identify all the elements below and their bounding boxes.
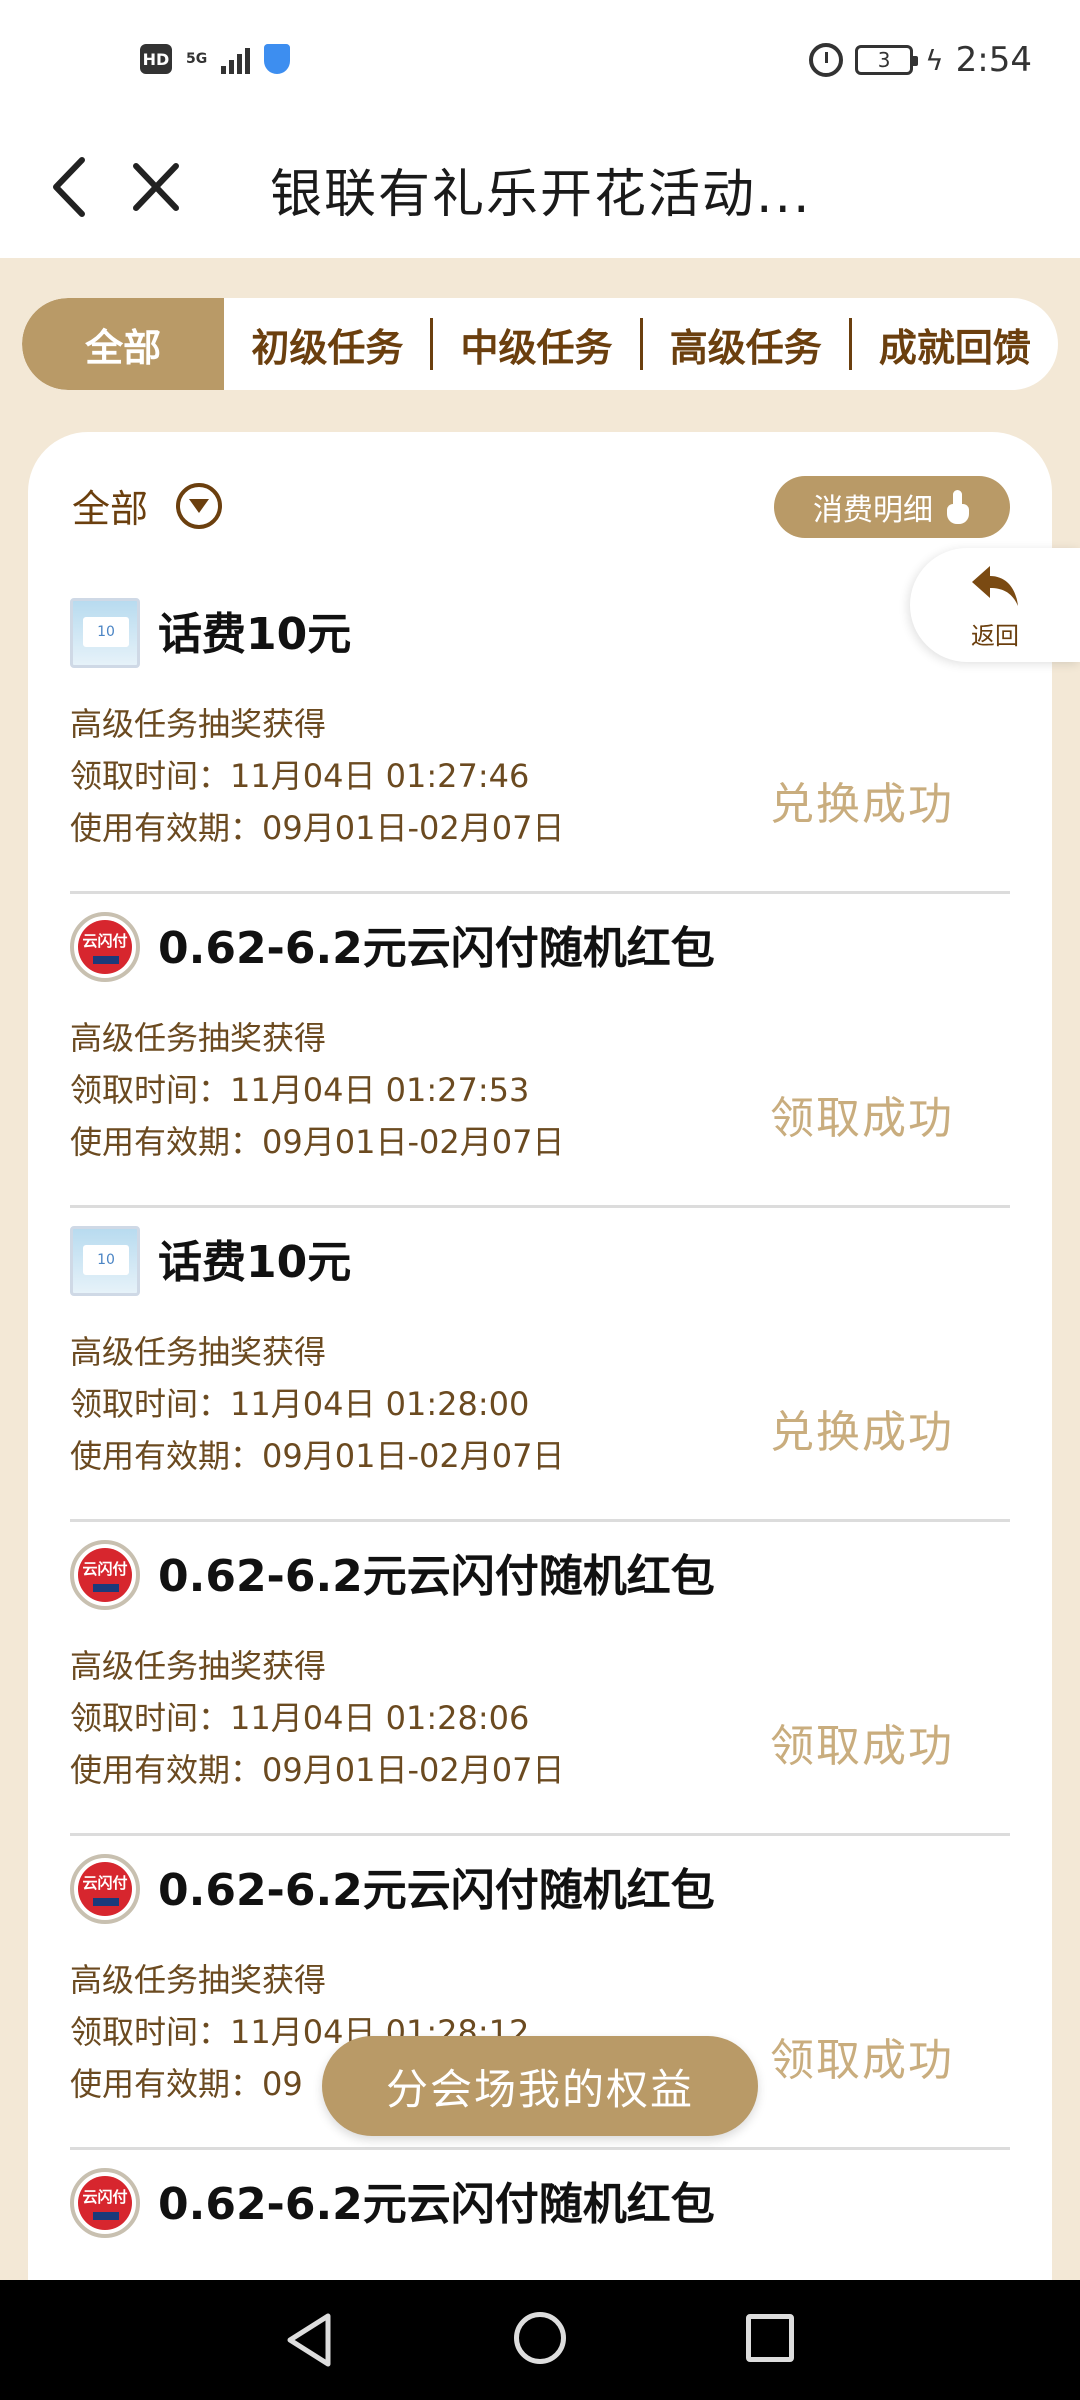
unionpay-icon-text: 云闪付 — [82, 2188, 128, 2206]
validity-period: 使用有效期：09月01日-02月07日 — [70, 1123, 565, 1161]
reward-status: 兑换成功 — [770, 1407, 954, 1458]
chevron-down-icon — [176, 482, 223, 529]
network-type: 5G — [186, 51, 208, 67]
unionpay-icon: 云闪付 — [70, 1854, 140, 1924]
reward-source: 高级任务抽奖获得 — [70, 1647, 327, 1685]
claim-time: 领取时间：11月04日 01:28:06 — [70, 1699, 530, 1737]
spending-details-label: 消费明细 — [813, 493, 933, 528]
task-tabs: 全部 初级任务 中级任务 高级任务 成就回馈 — [22, 298, 1058, 390]
close-icon[interactable] — [128, 156, 184, 218]
status-left: HD 5G — [140, 44, 291, 74]
reward-source: 高级任务抽奖获得 — [70, 1333, 327, 1371]
filter-label: 全部 — [72, 487, 149, 531]
unionpay-icon-text: 云闪付 — [82, 1874, 128, 1892]
reward-status: 兑换成功 — [770, 779, 954, 830]
page-title: 银联有礼乐开花活动... — [270, 165, 812, 225]
reward-source: 高级任务抽奖获得 — [70, 1961, 327, 1999]
finger-tap-icon — [945, 490, 971, 524]
unionpay-icon-text: 云闪付 — [82, 1560, 128, 1578]
nav-back-icon[interactable] — [282, 2310, 336, 2370]
phone-card-value: 10 — [83, 1245, 129, 1275]
filter-dropdown[interactable]: 全部 — [72, 478, 223, 533]
tab-all[interactable]: 全部 — [22, 298, 225, 390]
hd-badge: HD — [140, 44, 172, 74]
reward-record: 云闪付 0.62-6.2元云闪付随机红包 高级任务抽奖获得 领取时间：11月04… — [70, 894, 1010, 1208]
reward-title: 话费10元 — [158, 609, 352, 660]
claim-time: 领取时间：11月04日 01:28:00 — [70, 1385, 530, 1423]
reward-title: 0.62-6.2元云闪付随机红包 — [158, 1865, 715, 1916]
tab-advanced-tasks[interactable]: 高级任务 — [643, 298, 849, 390]
reward-record: 10 话费10元 高级任务抽奖获得 领取时间：11月04日 01:28:00 使… — [70, 1208, 1010, 1522]
phone-card-value: 10 — [83, 617, 129, 647]
nav-home-icon[interactable] — [514, 2312, 566, 2364]
spending-details-button[interactable]: 消费明细 — [774, 476, 1010, 538]
reward-status: 领取成功 — [770, 2035, 954, 2086]
validity-period: 使用有效期：09月01日-02月07日 — [70, 1437, 565, 1475]
nav-recent-apps-icon[interactable] — [746, 2314, 794, 2362]
reward-status: 领取成功 — [770, 1721, 954, 1772]
unionpay-icon: 云闪付 — [70, 2168, 140, 2238]
validity-period: 使用有效期：09月01日-02月07日 — [70, 1751, 565, 1789]
tab-beginner-tasks[interactable]: 初级任务 — [224, 298, 430, 390]
app-header: 银联有礼乐开花活动... — [0, 130, 1080, 258]
reward-record: 云闪付 0.62-6.2元云闪付随机红包 — [70, 2150, 1010, 2280]
tab-achievement-rewards[interactable]: 成就回馈 — [852, 298, 1058, 390]
claim-time: 领取时间：11月04日 01:27:53 — [70, 1071, 530, 1109]
reward-title: 话费10元 — [158, 1237, 352, 1288]
reward-source: 高级任务抽奖获得 — [70, 1019, 327, 1057]
clock: 2:54 — [955, 40, 1032, 80]
claim-time: 领取时间：11月04日 01:27:46 — [70, 757, 530, 795]
reward-details: 高级任务抽奖获得 领取时间：11月04日 01:28:00 使用有效期：09月0… — [70, 1326, 564, 1482]
system-nav-bar — [0, 2280, 1080, 2400]
reward-details: 高级任务抽奖获得 领取时间：11月04日 01:27:46 使用有效期：09月0… — [70, 698, 564, 854]
reward-title: 0.62-6.2元云闪付随机红包 — [158, 1551, 715, 1602]
reward-source: 高级任务抽奖获得 — [70, 705, 327, 743]
phone-credit-icon: 10 — [70, 598, 140, 668]
battery-icon: 3 — [855, 45, 919, 75]
reward-details: 高级任务抽奖获得 领取时间：11月04日 01:27:53 使用有效期：09月0… — [70, 1012, 564, 1168]
my-benefits-button[interactable]: 分会场我的权益 — [322, 2036, 758, 2136]
reward-record: 10 话费10元 高级任务抽奖获得 领取时间：11月04日 01:27:46 使… — [70, 580, 1010, 894]
alarm-icon — [809, 43, 844, 77]
tab-intermediate-tasks[interactable]: 中级任务 — [433, 298, 639, 390]
charging-icon: ϟ — [925, 43, 944, 77]
phone-credit-icon: 10 — [70, 1226, 140, 1296]
unionpay-icon: 云闪付 — [70, 912, 140, 982]
back-arrow-icon[interactable] — [44, 152, 94, 222]
unionpay-icon-text: 云闪付 — [82, 932, 128, 950]
unionpay-icon: 云闪付 — [70, 1540, 140, 1610]
status-bar: HD 5G 3 ϟ 2:54 — [0, 0, 1080, 130]
reward-record: 云闪付 0.62-6.2元云闪付随机红包 高级任务抽奖获得 领取时间：11月04… — [70, 1522, 1010, 1836]
status-right: 3 ϟ 2:54 — [809, 40, 1032, 80]
reward-status: 领取成功 — [770, 1093, 954, 1144]
reward-title: 0.62-6.2元云闪付随机红包 — [158, 923, 715, 974]
validity-period: 使用有效期：09月01日-02月07日 — [70, 809, 565, 847]
signal-icon — [221, 44, 251, 74]
reward-title: 0.62-6.2元云闪付随机红包 — [158, 2179, 715, 2230]
reward-details: 高级任务抽奖获得 领取时间：11月04日 01:28:06 使用有效期：09月0… — [70, 1640, 564, 1796]
shield-icon — [264, 44, 291, 74]
